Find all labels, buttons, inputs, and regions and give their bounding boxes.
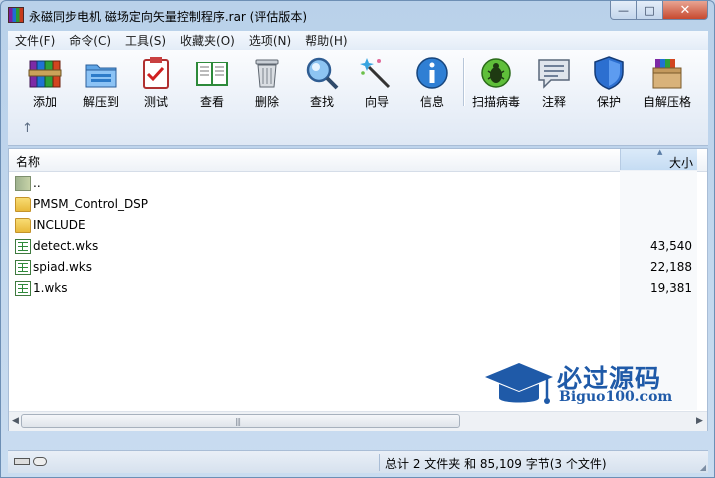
file-size: 19,381 (650, 281, 692, 295)
delete-label: 删除 (254, 95, 279, 109)
app-window: 永磁同步电机 磁场定向矢量控制程序.rar (评估版本) — □ ✕ 文件(F)… (0, 0, 715, 478)
scrollbar-grip-icon: ||| (235, 417, 241, 426)
find-button[interactable]: 查找 (295, 53, 349, 111)
menu-options[interactable]: 选项(N) (242, 32, 298, 49)
extract-folder-icon (83, 55, 119, 91)
magic-wand-icon (359, 55, 395, 91)
list-item-1-wks[interactable]: 1.wks 19,381 (9, 278, 697, 299)
spreadsheet-icon (15, 260, 31, 275)
clipboard-check-icon (138, 55, 174, 91)
status-separator (379, 454, 380, 471)
menu-help[interactable]: 帮助(H) (298, 32, 354, 49)
file-name: 1.wks (33, 281, 68, 295)
column-header: 名称 ▲ 大小 (9, 148, 707, 172)
file-size: 22,188 (650, 260, 692, 274)
close-button[interactable]: ✕ (663, 1, 708, 20)
menu-file[interactable]: 文件(F) (8, 32, 62, 49)
list-item-spiad-wks[interactable]: spiad.wks 22,188 (9, 257, 697, 278)
shield-icon (591, 55, 627, 91)
add-label: 添加 (32, 95, 57, 109)
info-label: 信息 (419, 95, 444, 109)
comment-icon (536, 55, 572, 91)
list-item-parent[interactable]: .. (9, 173, 697, 194)
title-bar[interactable]: 永磁同步电机 磁场定向矢量控制程序.rar (评估版本) — □ ✕ (1, 1, 714, 31)
maximize-button[interactable]: □ (637, 1, 663, 20)
view-label: 查看 (199, 95, 224, 109)
key-icon[interactable] (33, 457, 47, 466)
menu-commands[interactable]: 命令(C) (62, 32, 118, 49)
file-name: PMSM_Control_DSP (33, 197, 149, 211)
file-name: detect.wks (33, 239, 99, 253)
folder-up-icon (15, 176, 31, 191)
drive-icon[interactable] (14, 458, 30, 465)
watermark: 必过源码 Biguo100.com (483, 357, 693, 413)
column-size-label: 大小 (668, 156, 693, 170)
spreadsheet-icon (15, 281, 31, 296)
sfx-box-icon (649, 55, 685, 91)
comment-button[interactable]: 注释 (527, 53, 581, 111)
spreadsheet-icon (15, 239, 31, 254)
column-size-header[interactable]: ▲ 大小 (620, 148, 697, 170)
sfx-label: 自解压格 (642, 95, 691, 109)
column-name-header[interactable]: 名称 (16, 153, 40, 170)
graduation-cap-icon (485, 363, 553, 404)
menu-tools[interactable]: 工具(S) (118, 32, 173, 49)
comment-label: 注释 (541, 95, 566, 109)
wizard-button[interactable]: 向导 (350, 53, 404, 111)
folder-icon (15, 197, 31, 212)
test-label: 测试 (143, 95, 168, 109)
window-title: 永磁同步电机 磁场定向矢量控制程序.rar (评估版本) (29, 10, 308, 24)
up-one-level-icon[interactable]: ↑ (22, 121, 33, 136)
magnifier-icon (304, 55, 340, 91)
minimize-button[interactable]: — (610, 1, 637, 20)
watermark-subtitle: Biguo100.com (559, 389, 673, 405)
sfx-button[interactable]: 自解压格 (640, 53, 694, 111)
extract-to-label: 解压到 (82, 95, 119, 109)
file-name: .. (33, 176, 41, 190)
test-button[interactable]: 测试 (129, 53, 183, 111)
scrollbar-thumb[interactable]: ||| (21, 414, 460, 428)
toolbar: 添加 解压到 测试 查看 删除 查找 向导 信息 扫描病毒 注释 保护 自解压格… (8, 50, 708, 146)
find-label: 查找 (309, 95, 334, 109)
horizontal-scrollbar[interactable]: ◀ ||| ▶ (9, 411, 707, 431)
list-item-include[interactable]: INCLUDE (9, 215, 697, 236)
list-item-pmsm-control-dsp[interactable]: PMSM_Control_DSP (9, 194, 697, 215)
virus-scan-button[interactable]: 扫描病毒 (469, 53, 523, 111)
status-bar: 总计 2 文件夹 和 85,109 字节(3 个文件) ◢ (8, 450, 708, 473)
file-name: INCLUDE (33, 218, 86, 232)
info-icon (414, 55, 450, 91)
resize-grip-icon[interactable]: ◢ (700, 463, 706, 472)
archive-books-icon (27, 55, 63, 91)
status-summary: 总计 2 文件夹 和 85,109 字节(3 个文件) (385, 457, 607, 471)
delete-button[interactable]: 删除 (240, 53, 294, 111)
wizard-label: 向导 (364, 95, 389, 109)
virus-scan-label: 扫描病毒 (471, 95, 520, 109)
toolbar-separator (463, 58, 465, 106)
bug-scan-icon (478, 55, 514, 91)
trash-can-icon (249, 55, 285, 91)
open-book-icon (194, 55, 230, 91)
winrar-app-icon[interactable] (8, 7, 24, 23)
protect-label: 保护 (596, 95, 621, 109)
add-button[interactable]: 添加 (18, 53, 72, 111)
menu-bar: 文件(F) 命令(C) 工具(S) 收藏夹(O) 选项(N) 帮助(H) (8, 31, 708, 50)
extract-to-button[interactable]: 解压到 (74, 53, 128, 111)
info-button[interactable]: 信息 (405, 53, 459, 111)
menu-favorites[interactable]: 收藏夹(O) (173, 32, 242, 49)
scroll-left-icon[interactable]: ◀ (12, 416, 19, 426)
scroll-right-icon[interactable]: ▶ (696, 416, 703, 426)
caption-buttons: — □ ✕ (610, 1, 708, 21)
file-size: 43,540 (650, 239, 692, 253)
protect-button[interactable]: 保护 (582, 53, 636, 111)
folder-icon (15, 218, 31, 233)
file-name: spiad.wks (33, 260, 93, 274)
list-item-detect-wks[interactable]: detect.wks 43,540 (9, 236, 697, 257)
view-button[interactable]: 查看 (185, 53, 239, 111)
